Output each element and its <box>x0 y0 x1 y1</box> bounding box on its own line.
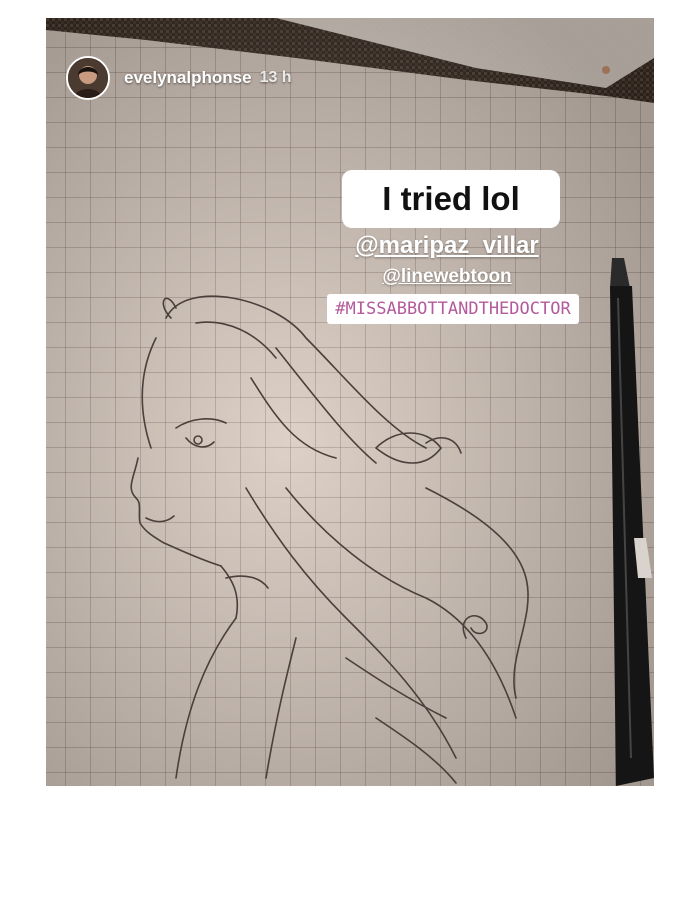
pen-photo <box>610 258 654 786</box>
profile-photo-icon <box>68 58 108 98</box>
username[interactable]: evelynalphonse <box>124 68 252 88</box>
story-frame: evelynalphonse 13 h I tried lol @maripaz… <box>46 18 654 786</box>
story-header: evelynalphonse 13 h <box>66 53 292 103</box>
avatar[interactable] <box>66 56 110 100</box>
caption-sticker: I tried lol <box>342 170 560 228</box>
mention-tag[interactable]: @maripaz_villar <box>329 232 565 260</box>
post-time: 13 h <box>259 69 292 86</box>
mention-tag[interactable]: @linewebtoon <box>329 266 565 288</box>
hashtag-sticker[interactable]: #MISSABBOTTANDTHEDOCTOR <box>327 294 579 324</box>
